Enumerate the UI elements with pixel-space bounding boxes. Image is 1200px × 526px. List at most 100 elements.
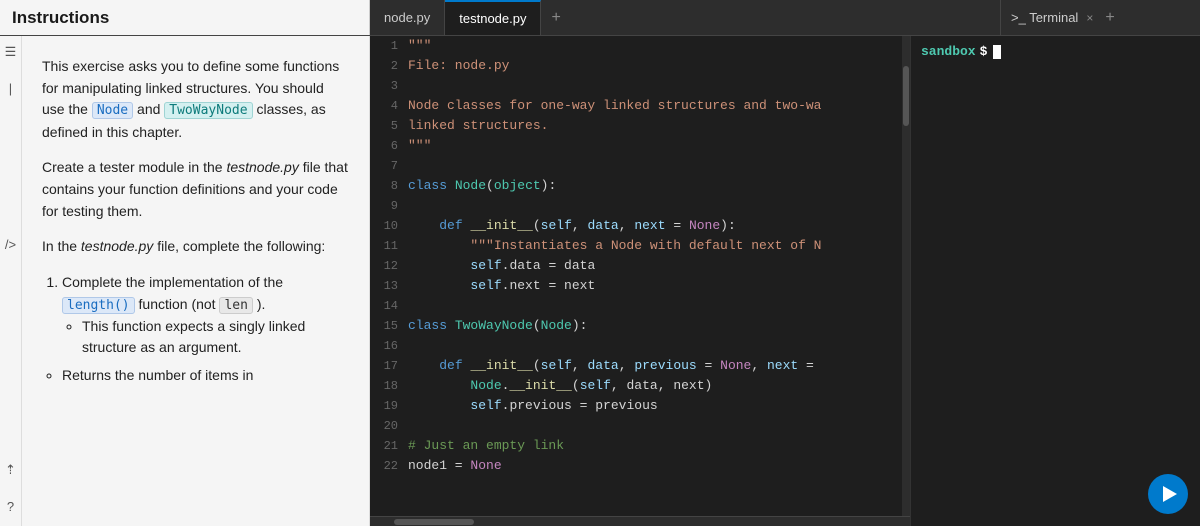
- code-line-8: 8 class Node(object):: [370, 176, 902, 196]
- line-num-21: 21: [370, 436, 408, 456]
- play-icon: [1163, 486, 1177, 502]
- scrollbar-thumb: [394, 519, 474, 525]
- code-body[interactable]: 1 """ 2 File: node.py 3 4: [370, 36, 902, 476]
- top-bar: Instructions node.py testnode.py + >_ Te…: [0, 0, 1200, 36]
- instructions-list: Complete the implementation of the lengt…: [42, 272, 349, 387]
- length-fn-ref: length(): [62, 297, 135, 314]
- terminal-body: sandbox $: [911, 36, 1200, 526]
- line-content-17: def __init__(self, data, previous = None…: [408, 356, 902, 376]
- terminal-tab-label: >_ Terminal: [1011, 10, 1078, 25]
- code-line-4: 4 Node classes for one-way linked struct…: [370, 96, 902, 116]
- editor-tabs: node.py testnode.py +: [370, 0, 1000, 35]
- hamburger-icon[interactable]: ☰: [0, 40, 22, 64]
- code-line-1: 1 """: [370, 36, 902, 56]
- line-num-8: 8: [370, 176, 408, 196]
- sidebar-icons: ☰ | /> ⇡ ?: [0, 36, 22, 526]
- instructions-panel: This exercise asks you to define some fu…: [22, 36, 370, 526]
- list-item-1-sub: This function expects a singly linked st…: [62, 316, 349, 359]
- line-num-3: 3: [370, 76, 408, 96]
- line-num-7: 7: [370, 156, 408, 176]
- code-vertical-scrollbar[interactable]: [902, 36, 910, 516]
- line-content-4: Node classes for one-way linked structur…: [408, 96, 902, 116]
- editor-horizontal-scrollbar[interactable]: [370, 516, 910, 526]
- cursor-icon[interactable]: |: [0, 76, 22, 100]
- code-line-7: 7: [370, 156, 902, 176]
- twowaynode-ref: TwoWayNode: [164, 102, 252, 119]
- line-content-18: Node.__init__(self, data, next): [408, 376, 902, 396]
- code-scroll-area: 1 """ 2 File: node.py 3 4: [370, 36, 910, 516]
- line-num-6: 6: [370, 136, 408, 156]
- terminal-add-icon[interactable]: +: [1105, 9, 1114, 27]
- node-ref: Node: [92, 102, 133, 119]
- line-num-22: 22: [370, 456, 408, 476]
- code-line-16: 16: [370, 336, 902, 356]
- line-num-17: 17: [370, 356, 408, 376]
- terminal-tab[interactable]: >_ Terminal: [1011, 10, 1078, 25]
- code-line-13: 13 self.next = next: [370, 276, 902, 296]
- tab-add-button[interactable]: +: [541, 0, 570, 35]
- line-num-20: 20: [370, 416, 408, 436]
- line-num-5: 5: [370, 116, 408, 136]
- code-line-21: 21 # Just an empty link: [370, 436, 902, 456]
- code-line-9: 9: [370, 196, 902, 216]
- tab-node-py-label: node.py: [384, 10, 430, 25]
- code-line-6: 6 """: [370, 136, 902, 156]
- tab-testnode-py-label: testnode.py: [459, 11, 526, 26]
- instructions-p3: In the testnode.py file, complete the fo…: [42, 236, 349, 258]
- code-line-19: 19 self.previous = previous: [370, 396, 902, 416]
- line-content-21: # Just an empty link: [408, 436, 902, 456]
- code-line-11: 11 """Instantiates a Node with default n…: [370, 236, 902, 256]
- code-editor: 1 """ 2 File: node.py 3 4: [370, 36, 910, 526]
- line-content-10: def __init__(self, data, next = None):: [408, 216, 902, 236]
- code-line-14: 14: [370, 296, 902, 316]
- help-icon[interactable]: ?: [0, 494, 22, 518]
- code-line-5: 5 linked structures.: [370, 116, 902, 136]
- play-button[interactable]: [1148, 474, 1188, 514]
- line-content-22: node1 = None: [408, 456, 902, 476]
- terminal-close-icon[interactable]: ×: [1086, 11, 1093, 25]
- share-icon[interactable]: ⇡: [0, 458, 22, 482]
- line-content-11: """Instantiates a Node with default next…: [408, 236, 902, 256]
- code-line-20: 20: [370, 416, 902, 436]
- code-scrollbar-thumb: [903, 66, 909, 126]
- line-num-4: 4: [370, 96, 408, 116]
- list-item-1: Complete the implementation of the lengt…: [62, 272, 349, 359]
- line-num-1: 1: [370, 36, 408, 56]
- tab-add-icon: +: [551, 9, 560, 27]
- instructions-tab-header: Instructions: [0, 0, 370, 35]
- line-num-12: 12: [370, 256, 408, 276]
- line-num-18: 18: [370, 376, 408, 396]
- terminal-prompt: sandbox $: [921, 44, 1190, 59]
- line-content-6: """: [408, 136, 902, 156]
- terminal-panel: sandbox $: [910, 36, 1200, 526]
- instructions-p1: This exercise asks you to define some fu…: [42, 56, 349, 143]
- tag-icon[interactable]: />: [0, 232, 22, 256]
- sub-item-1: This function expects a singly linked st…: [82, 316, 349, 359]
- line-num-13: 13: [370, 276, 408, 296]
- code-line-3: 3: [370, 76, 902, 96]
- code-line-2: 2 File: node.py: [370, 56, 902, 76]
- tab-testnode-py[interactable]: testnode.py: [445, 0, 541, 35]
- line-content-5: linked structures.: [408, 116, 902, 136]
- line-num-14: 14: [370, 296, 408, 316]
- code-line-17: 17 def __init__(self, data, previous = N…: [370, 356, 902, 376]
- line-num-10: 10: [370, 216, 408, 236]
- terminal-cursor: [993, 45, 1001, 59]
- list-item-2: Returns the number of items in: [42, 365, 349, 387]
- panel-title: Instructions: [12, 8, 109, 28]
- line-content-1: """: [408, 36, 902, 56]
- code-lines-area[interactable]: 1 """ 2 File: node.py 3 4: [370, 36, 902, 516]
- terminal-sandbox-label: sandbox: [921, 44, 976, 59]
- len-ref: len: [219, 297, 252, 314]
- line-num-19: 19: [370, 396, 408, 416]
- tab-node-py[interactable]: node.py: [370, 0, 445, 35]
- main-content: ☰ | /> ⇡ ? This exercise asks you to def…: [0, 36, 1200, 526]
- code-line-18: 18 Node.__init__(self, data, next): [370, 376, 902, 396]
- line-content-13: self.next = next: [408, 276, 902, 296]
- code-line-15: 15 class TwoWayNode(Node):: [370, 316, 902, 336]
- line-num-16: 16: [370, 336, 408, 356]
- line-content-19: self.previous = previous: [408, 396, 902, 416]
- line-num-15: 15: [370, 316, 408, 336]
- terminal-tab-area: >_ Terminal × +: [1000, 0, 1200, 35]
- code-line-10: 10 def __init__(self, data, next = None)…: [370, 216, 902, 236]
